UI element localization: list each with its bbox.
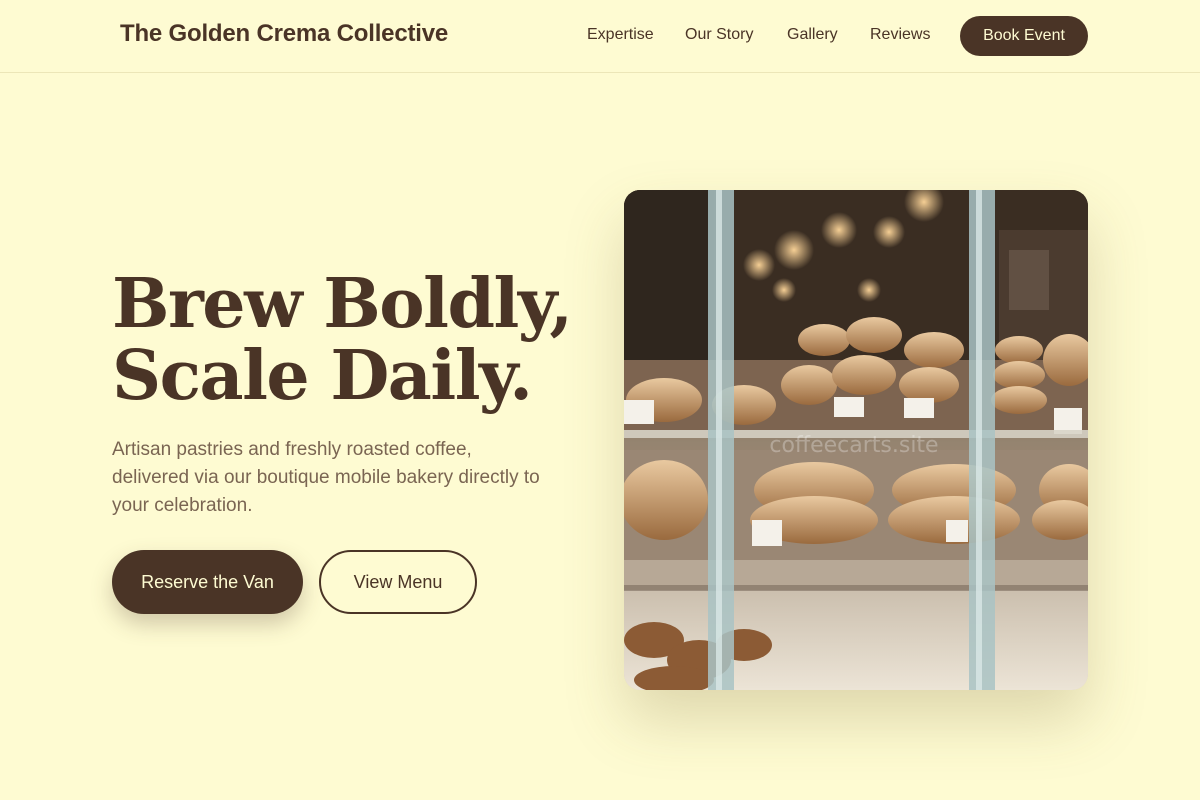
hero-subtext: Artisan pastries and freshly roasted cof… <box>112 439 540 516</box>
nav-link-our-story[interactable]: Our Story <box>685 26 753 44</box>
top-navigation-bar: The Golden Crema Collective Expertise Ou… <box>0 0 1200 73</box>
nav-link-gallery[interactable]: Gallery <box>787 26 838 44</box>
nav-link-reviews[interactable]: Reviews <box>870 26 930 44</box>
hero-headline: Brew Boldly, Scale Daily. <box>112 268 612 412</box>
photo-watermark: coffeecarts.site <box>769 433 938 458</box>
pastry-case-illustration: coffeecarts.site <box>624 190 1088 690</box>
reserve-van-button[interactable]: Reserve the Van <box>112 550 303 614</box>
view-menu-button[interactable]: View Menu <box>319 550 477 614</box>
book-event-button[interactable]: Book Event <box>960 16 1088 56</box>
bakery-display-photo: coffeecarts.site <box>624 190 1088 690</box>
nav-link-expertise[interactable]: Expertise <box>587 26 654 44</box>
hero-headline-line-2: Scale Daily. <box>112 336 533 416</box>
hero-headline-line-1: Brew Boldly, <box>112 264 573 344</box>
